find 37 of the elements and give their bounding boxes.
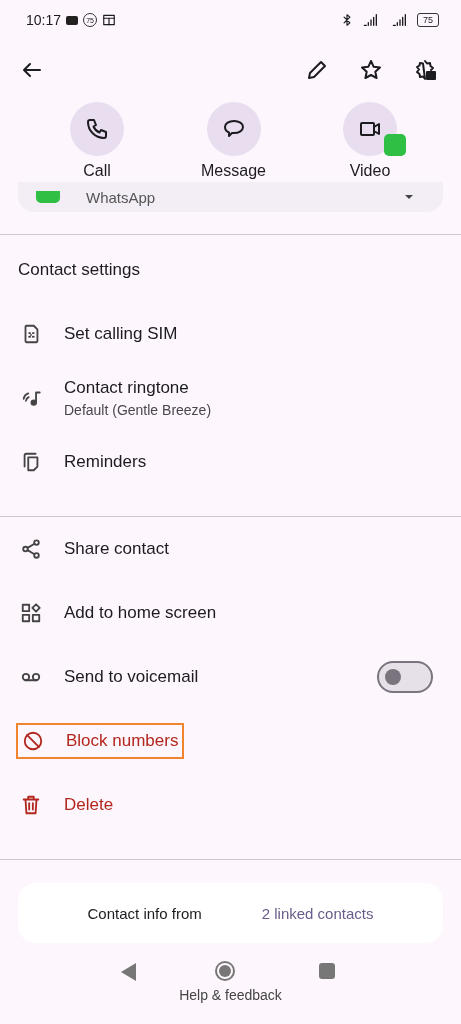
menu-item-label[interactable]: Send to voicemail (64, 667, 199, 687)
share-icon (20, 538, 42, 560)
trash-icon (20, 794, 42, 816)
menu-item-label[interactable]: Contact ringtone (64, 378, 212, 398)
action-label: Call (83, 162, 111, 180)
message-action-button[interactable] (206, 102, 261, 156)
window-icon (102, 13, 117, 27)
action-label: Video (349, 162, 391, 180)
app-row[interactable]: WhatsApp (18, 182, 443, 212)
video-action-button[interactable] (343, 102, 397, 156)
star-icon (359, 58, 383, 82)
status-time: 10:17 (26, 12, 62, 28)
caret-icon (405, 195, 413, 199)
widgets-icon (20, 602, 42, 624)
pencil-icon (305, 58, 329, 82)
info-text: Contact info from (87, 904, 202, 922)
call-action-button[interactable] (70, 102, 124, 156)
nav-back-icon[interactable] (121, 963, 136, 981)
menu-item-label[interactable]: Set calling SIM (64, 324, 178, 344)
action-label: Message (201, 162, 266, 180)
toggle-switch[interactable] (377, 661, 433, 693)
linked-contacts-link[interactable]: 2 linked contacts (261, 904, 374, 922)
menu-item-label[interactable]: Block numbers (66, 731, 179, 751)
menu-item-sublabel: Default (Gentle Breeze) (64, 402, 212, 418)
nav-home-icon[interactable] (219, 965, 231, 977)
video-app-icon (66, 15, 79, 25)
help-feedback-link[interactable]: Help & feedback (179, 987, 282, 1003)
block-icon (22, 730, 44, 752)
battery-indicator: 75 (417, 13, 439, 27)
menu-item-label[interactable]: Reminders (64, 452, 147, 472)
chat-app-badge-icon (384, 134, 406, 156)
phone-icon (85, 117, 109, 141)
chat-app-icon (36, 191, 60, 203)
menu-item-label[interactable]: Delete (64, 795, 114, 815)
menu-item-label[interactable]: Share contact (64, 539, 169, 559)
menu-item-label[interactable]: Add to home screen (64, 603, 217, 623)
section-title: Contact settings (17, 259, 141, 281)
